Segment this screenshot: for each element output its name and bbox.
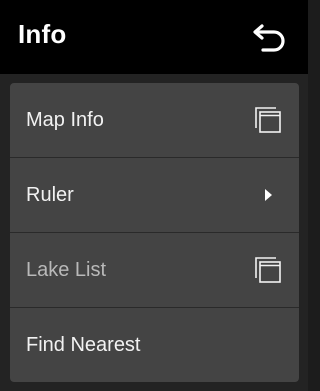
menu-item-label: Map Info xyxy=(26,108,104,131)
info-screen: Info Map Info Ruler Lake List Find Neare… xyxy=(0,0,308,391)
header-bar: Info xyxy=(0,0,308,74)
menu-item-find-nearest[interactable]: Find Nearest xyxy=(10,308,299,382)
menu-item-label: Lake List xyxy=(26,258,107,281)
menu-item-map-info[interactable]: Map Info xyxy=(10,83,299,157)
info-menu: Map Info Ruler Lake List Find Nearest xyxy=(10,83,299,382)
page-title: Info xyxy=(18,19,67,49)
back-arrow-icon xyxy=(253,24,285,52)
chevron-right-icon xyxy=(253,180,283,210)
menu-item-lake-list[interactable]: Lake List xyxy=(10,233,299,307)
menu-item-ruler[interactable]: Ruler xyxy=(10,158,299,232)
window-stack-icon xyxy=(253,255,283,285)
window-stack-icon xyxy=(253,105,283,135)
menu-item-label: Find Nearest xyxy=(26,333,141,356)
back-button[interactable] xyxy=(250,20,290,54)
menu-item-label: Ruler xyxy=(26,183,74,206)
